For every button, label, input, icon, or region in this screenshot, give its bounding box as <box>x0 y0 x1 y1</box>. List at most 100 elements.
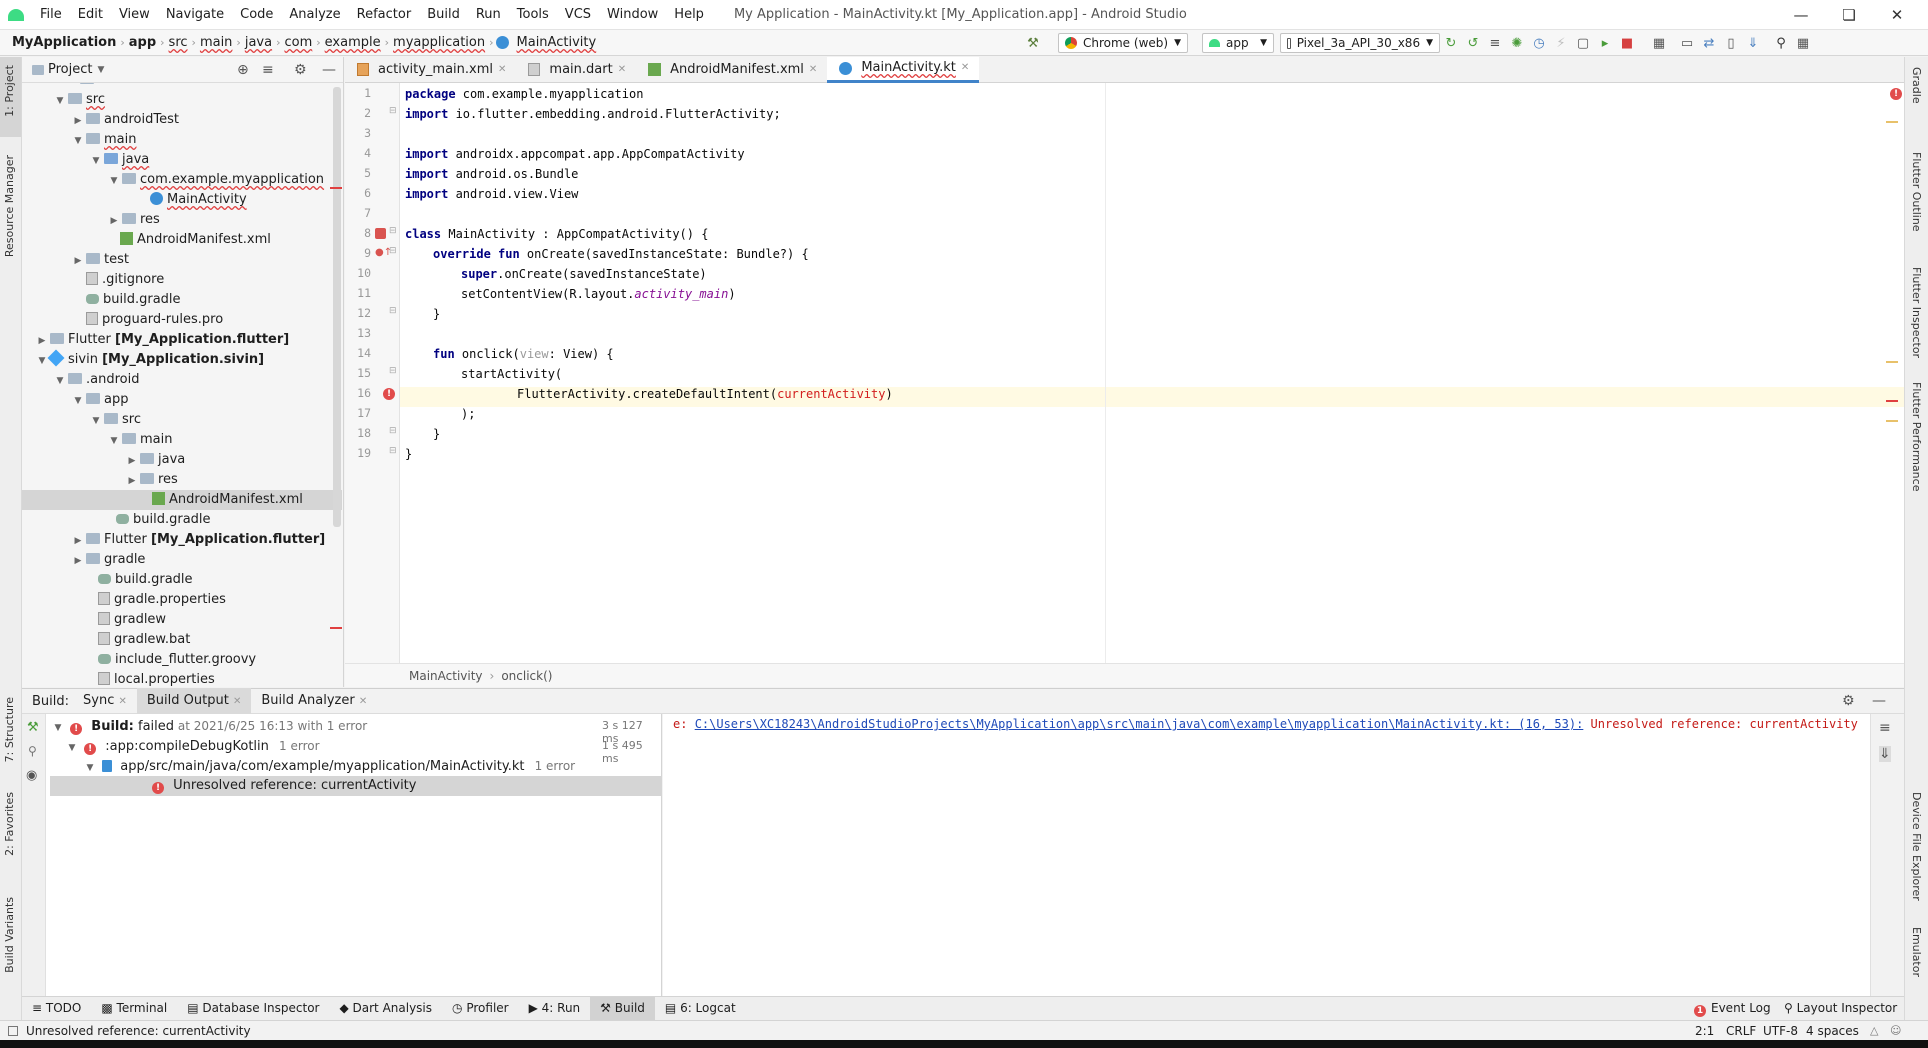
apply-code-changes-icon[interactable]: ≡ <box>1486 34 1504 52</box>
tree-item-selected[interactable]: AndroidManifest.xml <box>22 490 342 510</box>
maximize-icon[interactable]: ❏ <box>1826 0 1872 30</box>
breadcrumb-project[interactable]: MyApplication <box>8 35 120 50</box>
tree-item[interactable]: gradlew <box>22 610 342 630</box>
tool-logcat[interactable]: ▤ 6: Logcat <box>655 997 746 1020</box>
close-tab-icon[interactable]: ✕ <box>119 696 127 707</box>
menu-build[interactable]: Build <box>419 0 468 30</box>
chevron-right-icon[interactable]: ▶ <box>72 531 84 551</box>
indent-setting[interactable]: 4 spaces <box>1806 1024 1859 1038</box>
project-structure-icon[interactable]: ▦ <box>1650 34 1668 52</box>
tab-sync[interactable]: Sync ✕ <box>73 688 137 714</box>
fold-icon[interactable]: ⊟ <box>389 306 397 316</box>
menu-vcs[interactable]: VCS <box>557 0 599 30</box>
build-status-row[interactable]: ▼ ! Build: failed at 2021/6/25 16:13 wit… <box>52 716 367 736</box>
class-gutter-icon[interactable] <box>375 228 386 239</box>
sync-gradle-icon[interactable]: ⇄ <box>1700 34 1718 52</box>
attach-debugger-icon[interactable]: ▢ <box>1574 34 1592 52</box>
menu-code[interactable]: Code <box>232 0 281 30</box>
breadcrumb-class[interactable]: MainActivity <box>409 669 483 683</box>
tree-item[interactable]: ▶ Flutter [My_Application.flutter] <box>22 330 342 350</box>
file-encoding[interactable]: UTF-8 <box>1763 1024 1798 1038</box>
menu-help[interactable]: Help <box>666 0 712 30</box>
breadcrumb-function[interactable]: onclick() <box>501 669 552 683</box>
tree-item[interactable]: ▼ main <box>22 130 342 150</box>
tool-tab-emulator[interactable]: Emulator <box>1910 927 1923 977</box>
unresolved-reference[interactable]: currentActivity <box>777 387 885 401</box>
chevron-down-icon[interactable]: ▼ <box>90 411 102 431</box>
chevron-down-icon[interactable]: ▼ <box>72 391 84 411</box>
chevron-down-icon[interactable]: ▼ <box>54 91 66 111</box>
target-device-dropdown[interactable]: Chrome (web) ▼ <box>1058 33 1188 53</box>
tool-tab-project[interactable]: 1: Project <box>3 65 16 117</box>
warning-marker[interactable] <box>1886 121 1898 123</box>
chevron-right-icon[interactable]: ▶ <box>36 331 48 351</box>
tab-build-analyzer[interactable]: Build Analyzer ✕ <box>251 688 377 714</box>
build-hammer-icon[interactable]: ⚒ <box>1024 34 1042 52</box>
tree-item[interactable]: .gitignore <box>22 270 342 290</box>
scroll-to-end-icon[interactable]: ⇓ <box>1879 746 1891 762</box>
tree-item[interactable]: build.gradle <box>22 290 342 310</box>
run-config-dropdown[interactable]: app ▼ <box>1202 33 1274 53</box>
tree-item[interactable]: build.gradle <box>22 510 342 530</box>
tool-todo[interactable]: ≡ TODO <box>22 997 91 1020</box>
close-icon[interactable]: ✕ <box>1874 0 1920 30</box>
breadcrumb-module[interactable]: app <box>125 35 160 50</box>
tree-item[interactable]: MainActivity <box>22 190 342 210</box>
breadcrumb-com[interactable]: com <box>280 35 316 50</box>
warning-marker[interactable] <box>1886 361 1898 363</box>
tab-androidmanifest-xml[interactable]: AndroidManifest.xml ✕ <box>636 57 827 83</box>
tree-item[interactable]: include_flutter.groovy <box>22 650 342 670</box>
tree-item[interactable]: ▼ .android <box>22 370 342 390</box>
caret-down-icon[interactable]: ▼ <box>97 65 104 75</box>
status-panel-toggle-icon[interactable] <box>8 1025 18 1036</box>
pin-icon[interactable]: ⚲ <box>28 744 37 758</box>
chevron-right-icon[interactable]: ▶ <box>108 211 120 231</box>
fold-icon[interactable]: ⊟ <box>389 106 397 116</box>
tree-item[interactable]: ▶ Flutter [My_Application.flutter] <box>22 530 342 550</box>
chevron-down-icon[interactable]: ▼ <box>72 131 84 151</box>
tab-main-dart[interactable]: main.dart ✕ <box>516 57 636 83</box>
chevron-right-icon[interactable]: ▶ <box>72 111 84 131</box>
tree-item[interactable]: ▼ sivin [My_Application.sivin] <box>22 349 342 371</box>
menu-analyze[interactable]: Analyze <box>281 0 348 30</box>
breadcrumb-mainactivity[interactable]: MainActivity <box>513 35 601 50</box>
apply-changes-icon[interactable]: ↺ <box>1464 34 1482 52</box>
menu-file[interactable]: File <box>32 0 70 30</box>
error-marker[interactable] <box>1886 400 1898 402</box>
breadcrumb-java[interactable]: java <box>241 35 276 50</box>
breadcrumb-myapplication[interactable]: myapplication <box>389 35 489 50</box>
code-editor[interactable]: package com.example.myapplication import… <box>400 83 1904 663</box>
stop-icon[interactable]: ■ <box>1618 34 1636 52</box>
debug-icon[interactable]: ✺ <box>1508 34 1526 52</box>
fold-icon[interactable]: ⊟ <box>389 366 397 376</box>
close-tab-icon[interactable]: ✕ <box>498 57 506 83</box>
settings-icon[interactable]: ▦ <box>1794 34 1812 52</box>
menu-refactor[interactable]: Refactor <box>349 0 420 30</box>
tool-tab-gradle[interactable]: Gradle <box>1910 67 1923 104</box>
lock-icon[interactable]: △ <box>1870 1024 1878 1037</box>
chevron-right-icon[interactable]: ▶ <box>72 251 84 271</box>
fold-icon[interactable]: ⊟ <box>389 246 397 256</box>
error-stripe-icon[interactable]: ! <box>1890 88 1902 100</box>
tree-item[interactable]: gradle.properties <box>22 590 342 610</box>
sdk-manager-icon[interactable]: ⇓ <box>1744 34 1762 52</box>
tree-item[interactable]: ▼ java <box>22 150 342 170</box>
chevron-right-icon[interactable]: ▶ <box>126 451 138 471</box>
tool-layout-inspector[interactable]: ⚲ Layout Inspector <box>1774 997 1907 1020</box>
locate-file-icon[interactable]: ⊕ <box>237 62 249 78</box>
error-gutter-icon[interactable]: ! <box>383 388 395 400</box>
chevron-down-icon[interactable]: ▼ <box>54 371 66 391</box>
chevron-down-icon[interactable]: ▼ <box>36 351 48 371</box>
chevron-down-icon[interactable]: ▼ <box>108 431 120 451</box>
chevron-down-icon[interactable]: ▼ <box>84 758 96 778</box>
menu-run[interactable]: Run <box>468 0 509 30</box>
close-tab-icon[interactable]: ✕ <box>618 57 626 83</box>
collapse-all-icon[interactable]: ≡ <box>262 62 274 78</box>
tree-item[interactable]: ▶ gradle <box>22 550 342 570</box>
device-dropdown[interactable]: Pixel_3a_API_30_x86 ▼ <box>1280 33 1440 53</box>
tree-item[interactable]: ▼ src <box>22 410 342 430</box>
tool-tab-favorites[interactable]: 2: Favorites <box>3 792 16 856</box>
line-separator[interactable]: CRLF <box>1726 1024 1756 1038</box>
tool-event-log[interactable]: 1 Event Log <box>1682 997 1781 1020</box>
tool-tab-structure[interactable]: 7: Structure <box>3 697 16 762</box>
